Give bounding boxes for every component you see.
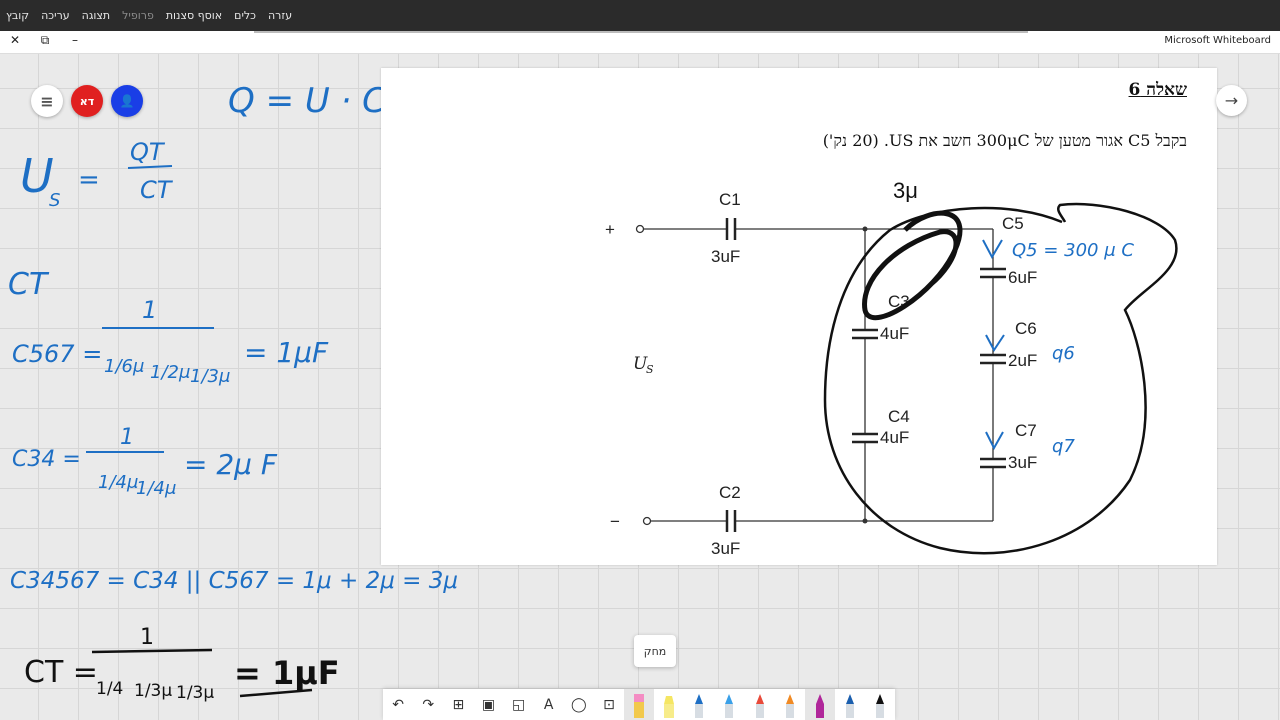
terminal-plus bbox=[635, 224, 645, 234]
c1-value: 3uF bbox=[711, 247, 740, 266]
c5-value: 6uF bbox=[1008, 268, 1037, 287]
highlighter-icon[interactable] bbox=[654, 689, 684, 720]
ink-q6: q6 bbox=[1052, 343, 1075, 364]
c2-value: 3uF bbox=[711, 539, 740, 558]
ink-toolbar: ↶ ↷ ⊞ ▣ ◱ A ◯ ⊡ bbox=[383, 689, 895, 720]
pen-lightblue-icon[interactable] bbox=[714, 689, 744, 720]
c4-name: C4 bbox=[888, 407, 910, 426]
c3-value: 4uF bbox=[880, 324, 909, 343]
tool-tooltip: מחק bbox=[634, 635, 676, 667]
pen-red-icon[interactable] bbox=[745, 689, 775, 720]
text-icon[interactable]: A bbox=[534, 689, 564, 720]
next-page-button[interactable]: → bbox=[1216, 85, 1247, 116]
c6-value: 2uF bbox=[1008, 351, 1037, 370]
ink-three-mu: 3μ bbox=[893, 178, 918, 203]
redo-icon[interactable]: ↷ bbox=[413, 689, 443, 720]
c6-name: C6 bbox=[1015, 319, 1037, 338]
eraser-icon[interactable] bbox=[624, 689, 655, 720]
add-icon[interactable]: ⊞ bbox=[443, 689, 473, 720]
ink-q7: q7 bbox=[1052, 436, 1075, 457]
ink-q5: Q5 = 300 μ C bbox=[1012, 240, 1134, 261]
ruler-icon[interactable]: ⊡ bbox=[594, 689, 624, 720]
terminal-minus bbox=[642, 516, 652, 526]
pen-purple-icon[interactable] bbox=[804, 689, 835, 720]
c2-name: C2 bbox=[719, 483, 741, 502]
arrow-right-icon: → bbox=[1224, 91, 1239, 110]
lasso-icon[interactable]: ◯ bbox=[564, 689, 594, 720]
c4-value: 4uF bbox=[880, 428, 909, 447]
plus-sign: + bbox=[605, 220, 615, 239]
circuit-diagram: + − U S C1 3uF C2 3uF C3 4uF C4 4uF C5 6… bbox=[605, 178, 1178, 558]
pen-darkblue-icon[interactable] bbox=[835, 689, 865, 720]
c5-name: C5 bbox=[1002, 214, 1024, 233]
c1-name: C1 bbox=[719, 190, 741, 209]
ink-arrow-c6 bbox=[985, 334, 1005, 352]
minus-sign: − bbox=[610, 512, 620, 531]
source-sub: S bbox=[646, 363, 654, 376]
junction-top bbox=[862, 226, 868, 232]
pen-orange-icon[interactable] bbox=[775, 689, 805, 720]
undo-icon[interactable]: ↶ bbox=[383, 689, 413, 720]
note-icon[interactable]: ◱ bbox=[504, 689, 534, 720]
ink-arrow-c7 bbox=[985, 431, 1004, 451]
pen-black-icon[interactable] bbox=[865, 689, 895, 720]
image-icon[interactable]: ▣ bbox=[473, 689, 503, 720]
c7-name: C7 bbox=[1015, 421, 1037, 440]
junction-bottom bbox=[862, 518, 868, 524]
pen-blue-icon[interactable] bbox=[684, 689, 714, 720]
c7-value: 3uF bbox=[1008, 453, 1037, 472]
